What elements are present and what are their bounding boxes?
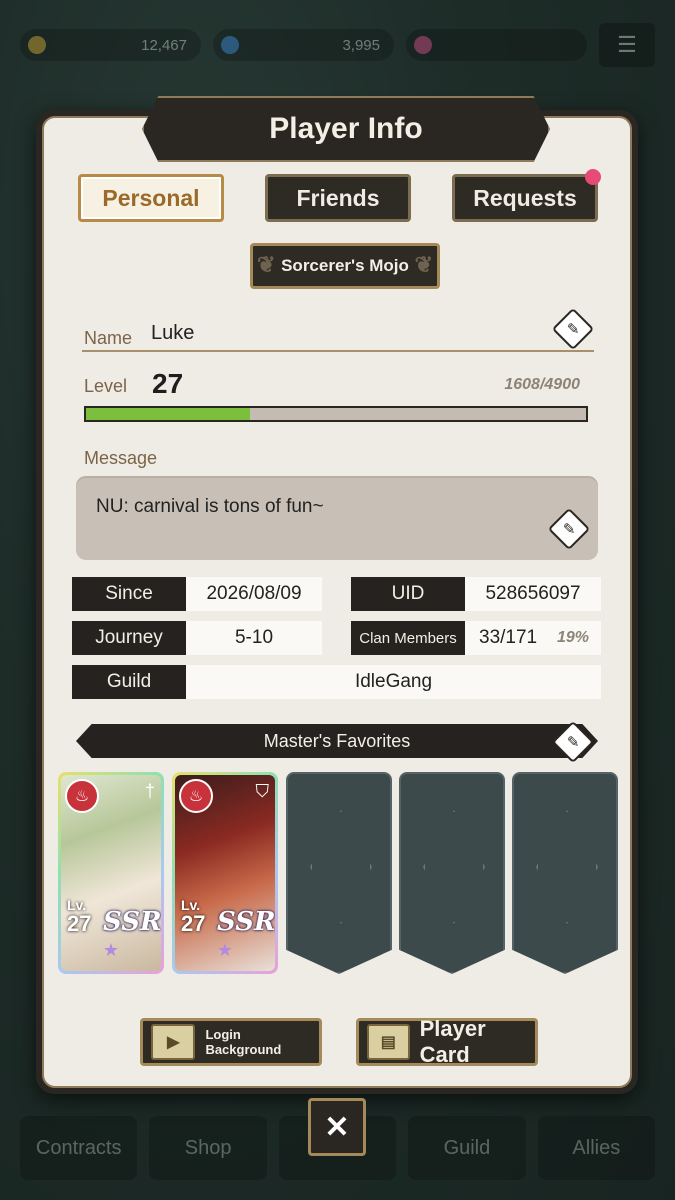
card-rarity: SSR xyxy=(217,907,275,937)
empty-slot-emblem xyxy=(310,810,372,924)
clan-percent: 19% xyxy=(556,629,589,646)
resource-premium xyxy=(406,29,587,61)
premium-icon xyxy=(414,36,432,54)
close-button[interactable]: ✕ xyxy=(308,1098,366,1156)
name-underline xyxy=(82,350,594,352)
tab-friends[interactable]: Friends xyxy=(265,174,411,222)
star-icon: ★ xyxy=(216,940,234,960)
fire-icon: ♨ xyxy=(179,779,213,813)
resource-gold: 12,467 xyxy=(20,29,201,61)
exp-text: 1608/4900 xyxy=(504,376,580,393)
favorites-banner: Master's Favorites xyxy=(76,724,598,758)
clan-label: Clan Members xyxy=(351,621,465,655)
pencil-icon: ✎ xyxy=(562,520,576,538)
name-label: Name xyxy=(84,328,133,348)
laurel-left-icon: ❦ xyxy=(257,252,276,277)
exp-progress-bar xyxy=(84,406,588,422)
since-row: Since 2026/08/09 xyxy=(72,577,322,611)
top-resource-bar: 12,467 3,995 ☰ xyxy=(20,20,655,70)
level-label: Level xyxy=(84,376,128,396)
player-info-panel: Player Info Personal Friends Requests ❦ … xyxy=(36,96,638,1094)
nav-shop[interactable]: Shop xyxy=(149,1116,267,1180)
sword-icon: † xyxy=(144,781,155,801)
page-title: Player Info xyxy=(269,112,423,145)
favorites-title: Master's Favorites xyxy=(263,730,411,751)
notification-dot xyxy=(585,169,601,185)
clan-value-cell: 33/171 19% xyxy=(465,621,601,655)
exp-progress-fill xyxy=(86,408,250,420)
sorcerers-mojo-badge[interactable]: ❦ Sorcerer's Mojo ❦ xyxy=(250,243,440,289)
tab-personal[interactable]: Personal xyxy=(78,174,224,222)
film-icon: ▶ xyxy=(151,1024,196,1060)
resource-gem: 3,995 xyxy=(213,29,394,61)
favorite-card-2[interactable]: ♨ ⛉ Lv. 27 SSR ★ xyxy=(172,772,278,974)
since-value: 2026/08/09 xyxy=(186,577,322,611)
clan-value: 33/171 xyxy=(479,627,538,648)
uid-label: UID xyxy=(351,577,465,611)
badge-label: Sorcerer's Mojo xyxy=(281,256,409,275)
character-portrait: ♨ † Lv. 27 SSR ★ xyxy=(61,775,161,971)
card-level: 27 xyxy=(181,911,206,936)
character-portrait: ♨ ⛉ Lv. 27 SSR ★ xyxy=(175,775,275,971)
empty-favorite-slot[interactable] xyxy=(399,772,505,974)
tab-requests-label: Requests xyxy=(473,184,577,211)
gem-icon xyxy=(221,36,239,54)
edit-message-button[interactable]: ✎ xyxy=(547,507,591,551)
empty-slot-emblem xyxy=(423,810,485,924)
gold-icon xyxy=(28,36,46,54)
panel-body: Player Info Personal Friends Requests ❦ … xyxy=(42,96,632,1088)
shield-icon: ⛉ xyxy=(255,781,270,801)
clan-row: Clan Members 33/171 19% xyxy=(351,621,601,655)
favorite-card-1[interactable]: ♨ † Lv. 27 SSR ★ xyxy=(58,772,164,974)
login-background-button[interactable]: ▶ Login Background xyxy=(140,1018,322,1066)
since-label: Since xyxy=(72,577,186,611)
empty-slot-emblem xyxy=(536,810,598,924)
guild-row: Guild IdleGang xyxy=(72,665,601,699)
empty-favorite-slot[interactable] xyxy=(512,772,618,974)
tab-requests[interactable]: Requests xyxy=(452,169,601,222)
login-background-label: Login Background xyxy=(205,1027,282,1057)
close-icon: ✕ xyxy=(324,1110,350,1144)
star-icon: ★ xyxy=(102,940,120,960)
title-plate: Player Info xyxy=(142,96,550,162)
laurel-right-icon: ❦ xyxy=(414,252,433,277)
empty-favorite-slot[interactable] xyxy=(286,772,392,974)
player-name: Luke xyxy=(151,322,195,344)
pencil-icon: ✎ xyxy=(566,733,580,751)
nav-allies[interactable]: Allies xyxy=(537,1116,656,1180)
player-level: 27 xyxy=(152,368,184,399)
nav-guild[interactable]: Guild xyxy=(408,1116,526,1180)
nav-contracts[interactable]: Contracts xyxy=(20,1116,138,1180)
card-level: 27 xyxy=(67,911,92,936)
message-label: Message xyxy=(84,448,158,468)
uid-value[interactable]: 528656097 xyxy=(465,577,601,611)
journey-value: 5-10 xyxy=(186,621,322,655)
message-box: NU: carnival is tons of fun~ ✎ xyxy=(76,476,598,560)
guild-value: IdleGang xyxy=(186,665,601,699)
player-card-button[interactable]: ▤ Player Card xyxy=(356,1016,538,1067)
message-text: NU: carnival is tons of fun~ xyxy=(96,496,324,517)
pencil-icon: ✎ xyxy=(566,320,580,338)
uid-row: UID 528656097 xyxy=(351,577,601,611)
guild-label: Guild xyxy=(72,665,186,699)
journey-label: Journey xyxy=(72,621,186,655)
id-card-icon: ▤ xyxy=(367,1024,410,1060)
player-card-label: Player Card xyxy=(419,1016,486,1067)
fire-icon: ♨ xyxy=(65,779,99,813)
card-rarity: SSR xyxy=(103,907,161,937)
menu-icon[interactable]: ☰ xyxy=(599,23,655,67)
edit-name-button[interactable]: ✎ xyxy=(551,307,595,351)
journey-row: Journey 5-10 xyxy=(72,621,322,655)
